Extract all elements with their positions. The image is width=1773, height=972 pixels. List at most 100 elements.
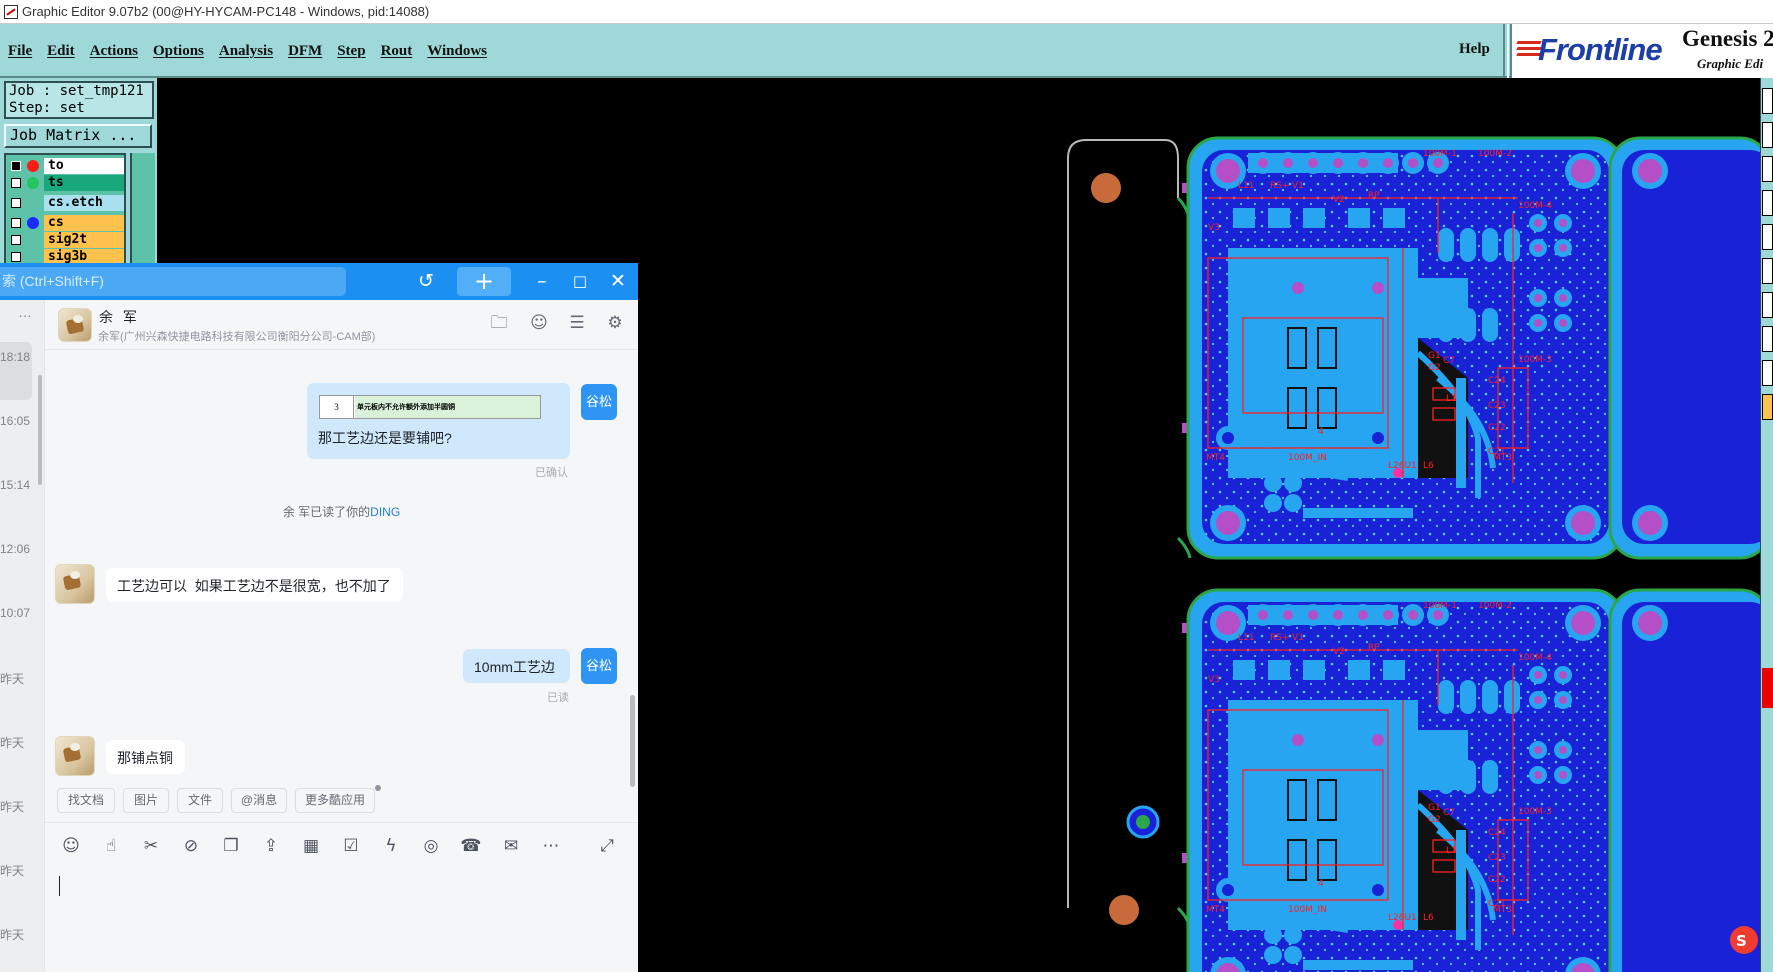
layer-color-dot	[27, 177, 39, 189]
tool-button[interactable]	[1762, 190, 1773, 216]
slash-command-icon[interactable]: ⊘	[179, 834, 203, 858]
mail-icon[interactable]: ✉	[499, 834, 523, 858]
app-logo-icon	[4, 4, 18, 19]
tool-button[interactable]	[1762, 292, 1773, 318]
menu-file[interactable]: File	[8, 43, 32, 60]
right-toolbar	[1760, 78, 1773, 972]
layer-row-cs[interactable]: cs	[8, 215, 124, 231]
more-icon[interactable]: ⋯	[539, 834, 563, 858]
layer-row-cs-etch[interactable]: cs.etch	[8, 195, 124, 211]
job-name: Job : set_tmp121	[9, 83, 144, 99]
new-button[interactable]: +	[457, 267, 511, 296]
message-text: 10mm工艺边	[474, 659, 555, 675]
message-bubble-outgoing[interactable]: 10mm工艺边	[463, 649, 570, 683]
chat-titlebar: 索 (Ctrl+Shift+F) ↺ + – □ ✕	[0, 263, 638, 300]
sender-avatar[interactable]: 谷松	[581, 384, 617, 420]
session-time: 昨天	[0, 864, 25, 878]
tool-button[interactable]	[1762, 156, 1773, 182]
chat-window: 索 (Ctrl+Shift+F) ↺ + – □ ✕ … 18:18 16:05…	[0, 263, 638, 972]
quick-file-button[interactable]: 文件	[177, 788, 223, 813]
emoji-icon[interactable]: ☺	[59, 834, 83, 858]
menu-options[interactable]: Options	[153, 43, 204, 60]
message-image[interactable]: 3 单元板内不允许额外添加半圆铜	[319, 395, 541, 419]
session-time: 昨天	[0, 736, 25, 750]
window-title: Graphic Editor 9.07b2 (00@HY-HYCAM-PC148…	[22, 4, 430, 19]
avatar[interactable]	[55, 564, 95, 604]
calendar-icon[interactable]: ▦	[299, 834, 323, 858]
menu-dfm[interactable]: DFM	[288, 43, 322, 60]
layer-list: to ts cs.etch cs sig2t sig3b	[4, 153, 126, 273]
layer-name: cs.etch	[44, 195, 124, 211]
tool-button[interactable]	[1762, 224, 1773, 250]
menu-edit[interactable]: Edit	[47, 43, 75, 60]
quick-more-apps-button[interactable]: 更多酷应用	[295, 788, 375, 813]
search-input[interactable]: 索 (Ctrl+Shift+F)	[0, 267, 346, 296]
thumbs-up-icon[interactable]: ☝	[99, 834, 123, 858]
layer-checkbox[interactable]	[11, 235, 21, 245]
close-icon[interactable]: ✕	[606, 268, 630, 294]
session-scrollbar[interactable]	[38, 375, 42, 485]
maximize-icon[interactable]: □	[568, 268, 592, 294]
video-call-icon[interactable]: ◎	[419, 834, 443, 858]
expand-icon[interactable]: ⤢	[595, 834, 619, 858]
layer-name: ts	[44, 175, 124, 191]
read-status: 已读	[547, 692, 569, 704]
history-icon[interactable]: ↺	[413, 268, 439, 294]
session-time: 昨天	[0, 672, 25, 686]
menu-windows[interactable]: Windows	[427, 43, 487, 60]
message-scrollbar[interactable]	[630, 695, 635, 787]
layer-checkbox[interactable]	[11, 198, 21, 208]
menu-help[interactable]: Help	[1459, 41, 1490, 58]
message-input-caret[interactable]	[59, 876, 60, 896]
read-status: 已确认	[535, 467, 568, 479]
message-bubble-outgoing[interactable]: 3 单元板内不允许额外添加半圆铜 那工艺边还是要铺吧?	[307, 383, 570, 459]
settings-icon[interactable]: ⚙	[604, 312, 626, 334]
layer-row-ts[interactable]: ts	[8, 175, 124, 191]
layer-scrollbar[interactable]	[130, 153, 155, 273]
add-member-icon[interactable]: ☺	[528, 312, 550, 334]
menu-actions[interactable]: Actions	[90, 43, 138, 60]
menu-rout[interactable]: Rout	[381, 43, 413, 60]
step-name: Step: set	[9, 100, 85, 116]
tool-button[interactable]	[1762, 326, 1773, 352]
menu-step[interactable]: Step	[337, 43, 365, 60]
doc-add-icon[interactable]: ❐	[219, 834, 243, 858]
menu-analysis[interactable]: Analysis	[219, 43, 273, 60]
quick-find-doc-button[interactable]: 找文档	[57, 788, 115, 813]
image-cell: 3	[320, 396, 354, 418]
job-matrix-button[interactable]: Job Matrix ...	[4, 124, 152, 148]
product-subtitle: Graphic Edi	[1697, 56, 1764, 71]
tool-button[interactable]	[1762, 122, 1773, 148]
layer-checkbox[interactable]	[11, 218, 21, 228]
more-icon[interactable]: …	[18, 304, 48, 320]
avatar[interactable]	[55, 736, 95, 776]
tool-button[interactable]	[1762, 394, 1773, 420]
message-text: 那铺点铜	[117, 750, 173, 766]
layer-checkbox[interactable]	[11, 161, 21, 171]
tool-button[interactable]	[1762, 258, 1773, 284]
session-time: 16:05	[0, 414, 31, 428]
ding-bolt-icon[interactable]: ϟ	[379, 834, 403, 858]
layer-checkbox[interactable]	[11, 178, 21, 188]
upload-icon[interactable]: ⇪	[259, 834, 283, 858]
scissors-icon[interactable]: ✂	[139, 834, 163, 858]
quick-image-button[interactable]: 图片	[123, 788, 169, 813]
task-check-icon[interactable]: ☑	[339, 834, 363, 858]
layer-row-sig2t[interactable]: sig2t	[8, 232, 124, 248]
avatar[interactable]	[58, 308, 92, 342]
tool-button[interactable]	[1762, 360, 1773, 386]
ding-link[interactable]: DING	[370, 505, 400, 519]
sender-avatar[interactable]: 谷松	[581, 648, 617, 684]
folder-icon[interactable]: 🗀	[488, 312, 510, 334]
quick-mention-button[interactable]: @消息	[231, 788, 287, 813]
contact-name[interactable]: 余 军	[99, 307, 140, 327]
layer-checkbox[interactable]	[11, 252, 21, 262]
message-bubble-incoming[interactable]: 工艺边可以 如果工艺边不是很宽，也不加了	[106, 568, 403, 602]
layer-row-to[interactable]: to	[8, 158, 124, 174]
phone-call-icon[interactable]: ☎	[459, 834, 483, 858]
message-bubble-incoming[interactable]: 那铺点铜	[106, 740, 185, 774]
tool-button[interactable]	[1762, 88, 1773, 114]
search-history-icon[interactable]: ☰	[566, 312, 588, 334]
job-info: Job : set_tmp121 Step: set	[4, 81, 154, 119]
minimize-icon[interactable]: –	[530, 268, 554, 294]
